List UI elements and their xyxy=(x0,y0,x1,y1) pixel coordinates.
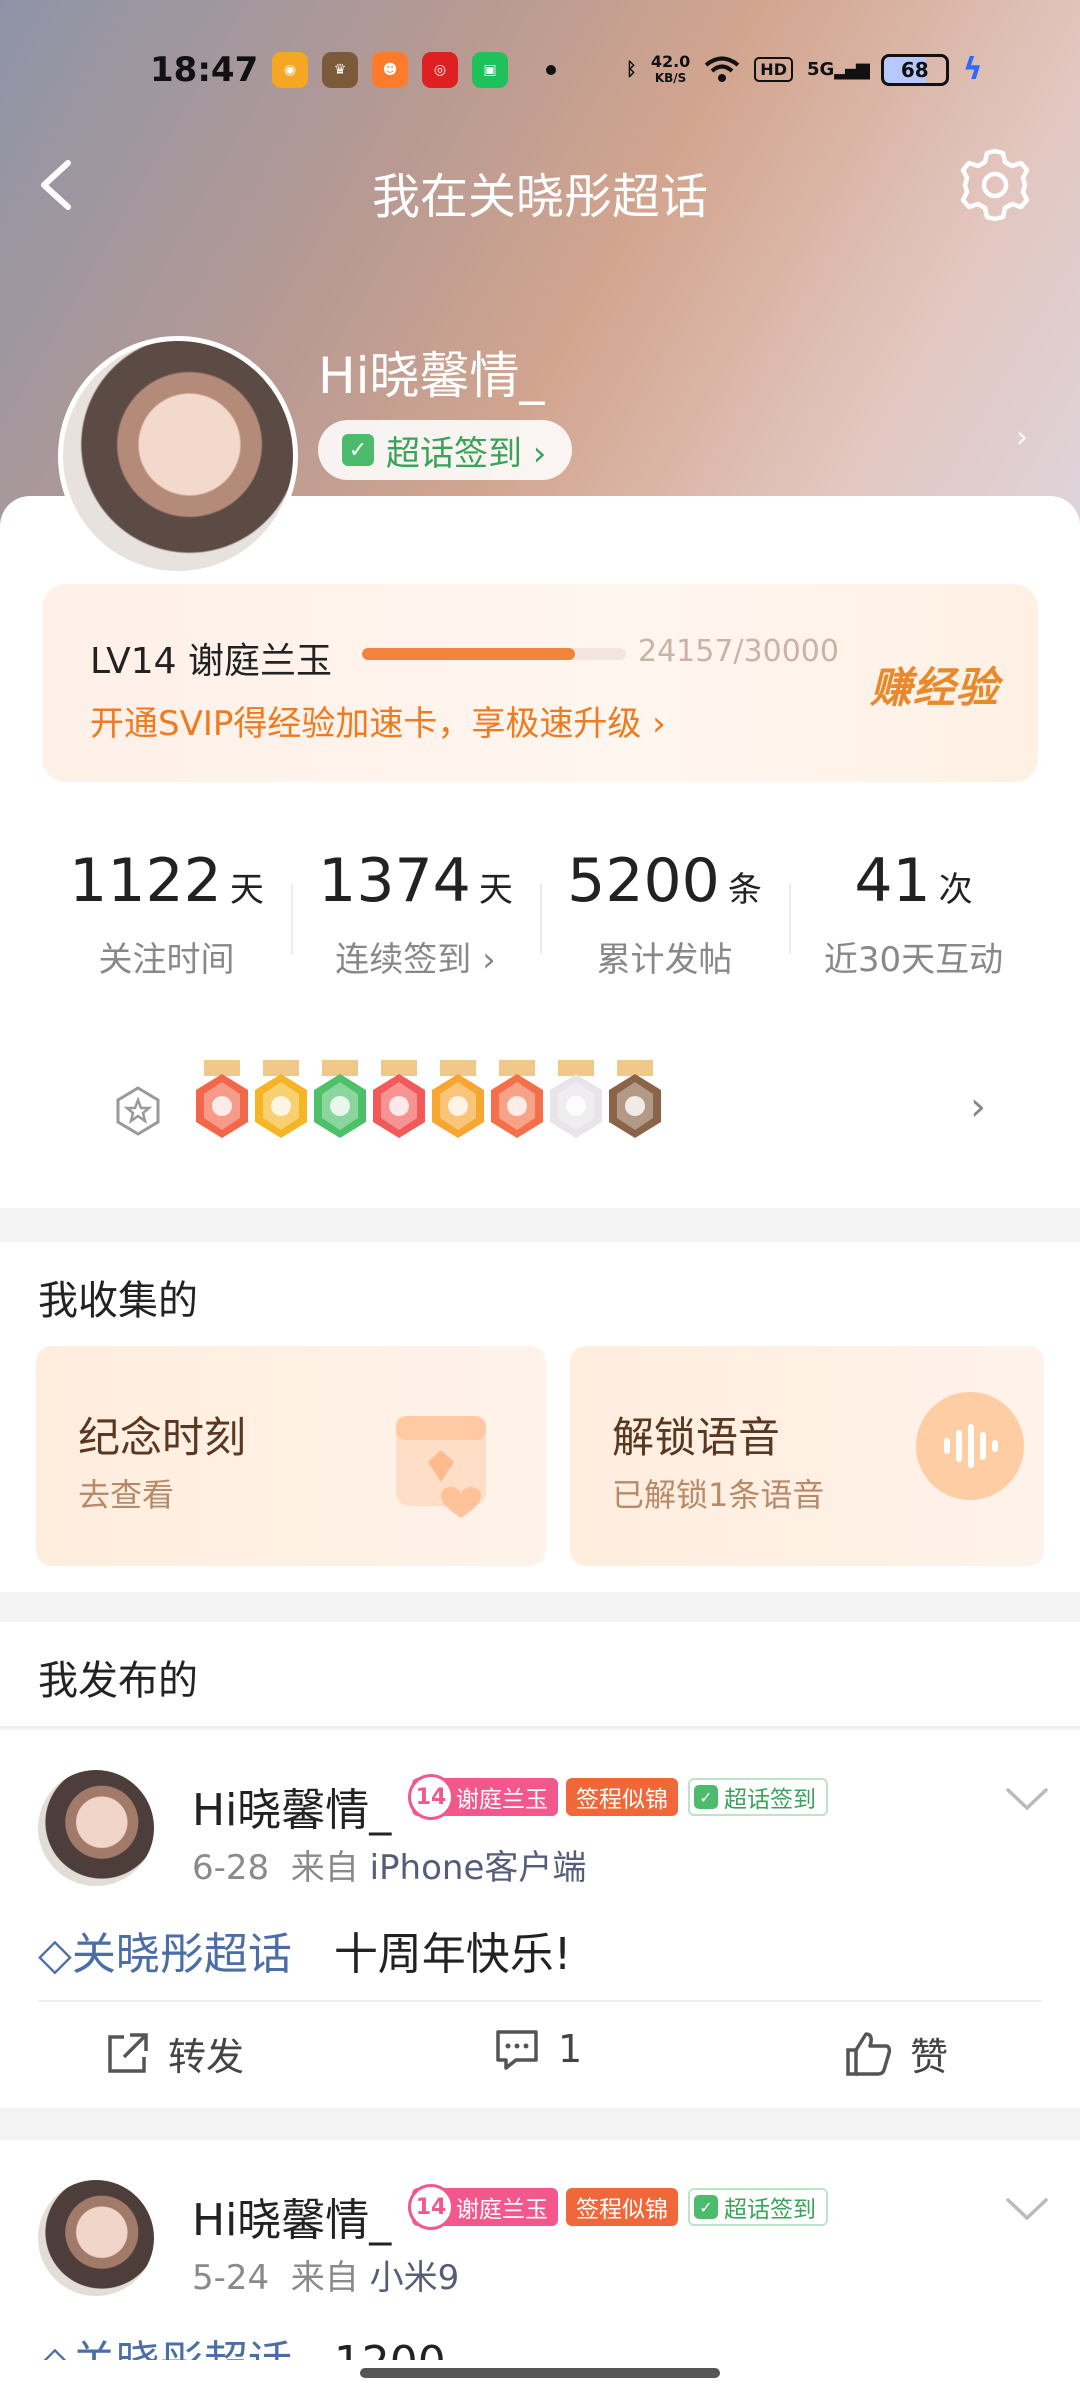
heart-medal-icon[interactable] xyxy=(485,1060,549,1150)
post-avatar[interactable] xyxy=(38,1770,154,1886)
stats-card: 1122 天 关注时间 1374 天 连续签到 › 5200 条 累计发帖 41 次 近… xyxy=(42,812,1038,1012)
notification-app-icons: ◉ ♛ ☻ ◎ ▣ xyxy=(272,52,556,88)
level-progress-bar xyxy=(362,648,626,660)
level-badge[interactable]: 14 谢庭兰玉 xyxy=(408,1774,558,1820)
level-label: LV14 谢庭兰玉 xyxy=(90,641,332,682)
calendar-heart-icon xyxy=(396,1416,486,1518)
topic-link[interactable]: ◇关晓彤超话 xyxy=(38,2337,292,2360)
checkin-calendar-icon: ✓ xyxy=(694,2195,718,2219)
post-author-name[interactable]: Hi晓馨情_ xyxy=(192,1774,391,1838)
svip-promo-link[interactable]: 开通SVIP得经验加速卡，享极速升级 › xyxy=(90,696,666,745)
section-title-collected: 我收集的 xyxy=(38,1278,198,1324)
avatar[interactable] xyxy=(58,336,298,576)
thumbs-up-icon xyxy=(846,2031,892,2076)
status-indicators: ᛒ 42.0 KB/S HD 5G▂▄▆ 68 ϟ xyxy=(626,52,983,87)
medals-chevron-right-icon[interactable]: › xyxy=(970,1084,986,1130)
like-button[interactable]: 赞 xyxy=(844,2026,948,2081)
checkin-button[interactable]: ✓ 超话签到 › xyxy=(318,420,573,480)
username: Hi晓馨情_ xyxy=(318,347,545,405)
post-meta: 5-24 来自 小米9 xyxy=(192,2258,460,2298)
hd-icon: HD xyxy=(754,57,793,82)
published-section-header: 我发布的 xyxy=(0,1622,1080,1728)
more-notifications-dot xyxy=(546,65,556,75)
checkin-calendar-icon: ✓ xyxy=(694,1785,718,1809)
page-title: 我在关晓彤超话 xyxy=(371,169,708,225)
profile-chevron-right-icon[interactable]: › xyxy=(1016,420,1028,455)
white-hair-character-medal-icon[interactable] xyxy=(544,1060,608,1150)
post-avatar[interactable] xyxy=(38,2180,154,2296)
topic-link[interactable]: ◇关晓彤超话 xyxy=(38,1929,292,1980)
stat-consecutive-checkin[interactable]: 1374 天 连续签到 › xyxy=(291,846,540,981)
repost-icon xyxy=(108,2032,148,2073)
post-author-name[interactable]: Hi晓馨情_ xyxy=(192,2184,391,2248)
topic-diamond-icon: ◇ xyxy=(38,2337,72,2360)
wifi-icon xyxy=(705,56,740,82)
bluetooth-icon: ᛒ xyxy=(626,59,637,80)
back-arrow-icon[interactable] xyxy=(30,155,90,215)
level-progress-fill xyxy=(362,648,575,660)
trophy-medal-icon[interactable] xyxy=(367,1060,431,1150)
iqiyi-app-icon: ▣ xyxy=(472,52,508,88)
stat-follow-days: 1122 天 关注时间 xyxy=(69,846,264,980)
level-card[interactable]: LV14 谢庭兰玉 24157/30000 开通SVIP得经验加速卡，享极速升级… xyxy=(42,584,1038,782)
post-text: ◇关晓彤超话 十周年快乐! xyxy=(38,1929,572,1980)
post-source: iPhone客户端 xyxy=(369,1848,587,1888)
status-time: 18:47 xyxy=(150,50,259,90)
post-card[interactable]: Hi晓馨情_ 14 谢庭兰玉 签程似锦 ✓ 超话签到 6-28 来自 iPhon… xyxy=(0,1730,1080,2108)
unlock-voice-card[interactable]: 解锁语音 已解锁1条语音 xyxy=(570,1346,1044,1566)
post-meta: 6-28 来自 iPhone客户端 xyxy=(192,1848,587,1888)
memorial-moments-card[interactable]: 纪念时刻 去查看 xyxy=(36,1346,546,1566)
medals-row[interactable]: › xyxy=(42,1040,1038,1188)
post-source: 小米9 xyxy=(369,2258,460,2298)
hand-medal-icon[interactable] xyxy=(308,1060,372,1150)
status-bar: 18:47 ◉ ♛ ☻ ◎ ▣ ᛒ 42.0 KB/S HD 5G▂▄▆ 68 … xyxy=(0,50,1080,100)
netease-music-app-icon: ◎ xyxy=(422,52,458,88)
collected-section: 我收集的 纪念时刻 去查看 解锁语音 已解锁1条语音 xyxy=(0,1242,1080,1592)
chevron-down-icon[interactable] xyxy=(1004,1784,1050,1814)
stat-30day-interactions: 41 次 近30天互动 xyxy=(823,846,1004,980)
game-app-icon: ♛ xyxy=(322,52,358,88)
comment-button[interactable]: 1 xyxy=(494,2026,582,2072)
repost-button[interactable]: 转发 xyxy=(104,2026,244,2081)
settings-gear-icon[interactable] xyxy=(955,145,1035,225)
chevron-down-icon[interactable] xyxy=(1004,2194,1050,2224)
weibo-app-icon: ◉ xyxy=(272,52,308,88)
post-card[interactable]: Hi晓馨情_ 14 谢庭兰玉 签程似锦 ✓ 超话签到 5-24 来自 小米9 ◇… xyxy=(0,2140,1080,2400)
30-days-medal-icon[interactable] xyxy=(426,1060,490,1150)
checkin-badge[interactable]: ✓ 超话签到 xyxy=(688,1778,828,1816)
brown-hair-character-medal-icon[interactable] xyxy=(603,1060,667,1150)
charging-icon: ϟ xyxy=(962,52,983,87)
signin-badge[interactable]: 签程似锦 xyxy=(566,2188,678,2226)
hi-medal-icon[interactable] xyxy=(249,1060,313,1150)
home-indicator[interactable] xyxy=(360,2368,720,2378)
divider xyxy=(38,2000,1042,2002)
battery-icon: 68 xyxy=(880,53,949,86)
checkin-calendar-icon: ✓ xyxy=(342,434,374,466)
signin-badge[interactable]: 签程似锦 xyxy=(566,1778,678,1816)
comment-icon xyxy=(496,2030,538,2070)
section-title-published: 我发布的 xyxy=(38,1658,198,1704)
voice-wave-icon xyxy=(916,1392,1024,1500)
signal-5g-icon: 5G▂▄▆ xyxy=(806,59,870,80)
stat-total-posts: 5200 条 累计发帖 xyxy=(567,846,762,980)
topic-diamond-icon: ◇ xyxy=(38,1929,72,1980)
level-badge[interactable]: 14 谢庭兰玉 xyxy=(408,2184,558,2230)
top-nav: 我在关晓彤超话 xyxy=(0,145,1080,225)
earn-exp-button[interactable]: 赚经验 xyxy=(870,654,999,715)
post-text: ◇关晓彤超话 1200 xyxy=(38,2326,446,2360)
level-exp-text: 24157/30000 xyxy=(638,634,839,669)
checkin-label: 超话签到 › xyxy=(386,433,547,474)
network-speed: 42.0 KB/S xyxy=(650,51,691,85)
qq-zone-app-icon: ☻ xyxy=(372,52,408,88)
checkin-badge[interactable]: ✓ 超话签到 xyxy=(688,2188,828,2226)
rabbit-medal-icon[interactable] xyxy=(190,1060,254,1150)
medal-badge-icon xyxy=(116,1086,160,1136)
